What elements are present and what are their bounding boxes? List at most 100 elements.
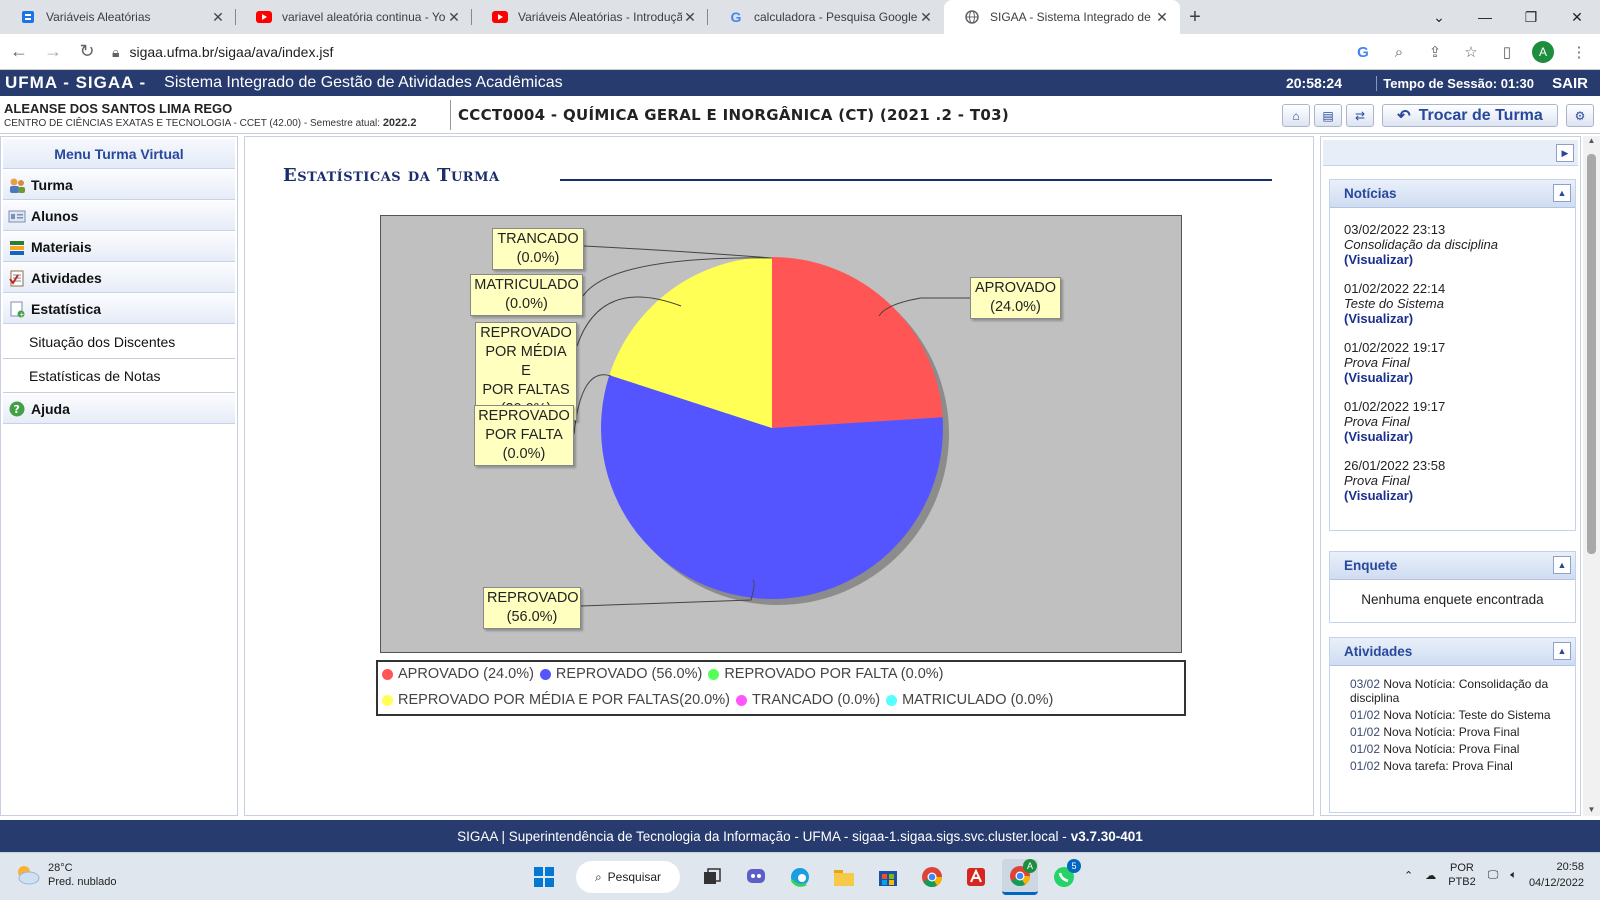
right-panel: ▶ Notícias ▲ 03/02/2022 23:13 Consolidação… [1320, 136, 1581, 816]
side-panel-icon[interactable]: ▯ [1496, 43, 1518, 61]
sidebar-item-alunos[interactable]: Alunos [3, 201, 235, 231]
chrome-profile-icon[interactable]: A [1002, 859, 1038, 895]
speaker-icon[interactable]: 🔈︎ [1510, 869, 1517, 882]
print-button[interactable]: ▤ [1314, 104, 1342, 127]
checklist-icon [7, 269, 27, 287]
change-class-button[interactable]: ↶ Trocar de Turma [1382, 104, 1558, 127]
browser-menu-icon[interactable]: ⋮ [1568, 43, 1590, 61]
legend-dot-icon [708, 668, 720, 680]
browser-tab[interactable]: Variáveis Aleatórias - Introdução ✕ [472, 0, 708, 34]
network-cloud-icon[interactable]: ☁ [1425, 869, 1436, 882]
news-view-link[interactable]: (Visualizar) [1344, 370, 1575, 385]
news-panel-header: Notícias ▲ [1330, 180, 1575, 208]
close-tab-icon[interactable]: ✕ [918, 9, 934, 26]
activity-item[interactable]: 01/02 Nova Notícia: Prova Final [1330, 725, 1575, 739]
activity-item[interactable]: 01/02 Nova tarefa: Prova Final [1330, 759, 1575, 773]
monitor-icon[interactable]: 🖵︎ [1488, 869, 1499, 882]
forward-icon[interactable]: → [38, 37, 68, 67]
weather-widget[interactable]: 28°C Pred. nublado [14, 861, 117, 889]
new-tab-button[interactable]: + [1180, 0, 1210, 34]
browser-tab[interactable]: variavel aleatória continua - YouT ✕ [236, 0, 472, 34]
activity-item[interactable]: 03/02 Nova Notícia: Consolidação da disc… [1330, 677, 1575, 705]
keyboard-language[interactable]: POR PTB2 [1448, 861, 1476, 889]
search-icon: ⌕ [594, 869, 602, 884]
acrobat-icon[interactable] [958, 859, 994, 895]
sidebar-item-ajuda[interactable]: ? Ajuda [3, 394, 235, 424]
legend-dot-icon [735, 694, 747, 706]
minimize-icon[interactable]: — [1462, 0, 1508, 34]
scroll-down-icon[interactable]: ▼ [1583, 805, 1600, 814]
system-clock[interactable]: 20:58 04/12/2022 [1529, 859, 1584, 891]
brand-title: UFMA - SIGAA - [5, 73, 147, 92]
url-field[interactable]: 🔒︎ sigaa.ufma.br/sigaa/ava/index.jsf [112, 38, 1322, 66]
browser-tab-active[interactable]: SIGAA - Sistema Integrado de Ge ✕ [944, 0, 1180, 34]
submenu-situacao-discentes[interactable]: Situação dos Discentes [3, 325, 235, 359]
expand-arrow-icon[interactable]: ▶ [1556, 144, 1574, 162]
news-view-link[interactable]: (Visualizar) [1344, 429, 1575, 444]
browser-tab[interactable]: Variáveis Aleatórias ✕ [0, 0, 236, 34]
task-view-icon[interactable] [694, 859, 730, 895]
activity-item[interactable]: 01/02 Nova Notícia: Teste do Sistema [1330, 708, 1575, 722]
edge-icon[interactable] [782, 859, 818, 895]
close-tab-icon[interactable]: ✕ [210, 9, 226, 26]
google-lens-icon[interactable]: G [1352, 44, 1374, 61]
user-info-bar: ALEANSE DOS SANTOS LIMA REGO CENTRO DE C… [0, 96, 1600, 134]
reload-icon[interactable]: ↻ [72, 37, 102, 67]
user-center: CENTRO DE CIÊNCIAS EXATAS E TECNOLOGIA -… [4, 117, 417, 129]
close-tab-icon[interactable]: ✕ [682, 9, 698, 26]
submenu-estatisticas-notas[interactable]: Estatísticas de Notas [3, 359, 235, 393]
zoom-icon[interactable]: ⌕ [1388, 44, 1410, 61]
weather-desc: Pred. nublado [48, 876, 117, 888]
sidebar-item-estatistica[interactable]: + Estatística [3, 294, 235, 324]
chrome-icon[interactable] [914, 859, 950, 895]
close-tab-icon[interactable]: ✕ [446, 9, 462, 26]
right-panel-toolbar: ▶ [1323, 140, 1578, 166]
close-window-icon[interactable]: ✕ [1554, 0, 1600, 34]
news-view-link[interactable]: (Visualizar) [1344, 252, 1575, 267]
news-item: 01/02/2022 19:17 Prova Final (Visualizar) [1330, 340, 1575, 385]
tab-search-icon[interactable]: ⌄ [1416, 0, 1462, 34]
back-icon[interactable]: ← [4, 37, 34, 67]
microsoft-store-icon[interactable] [870, 859, 906, 895]
legend-dot-icon [886, 694, 898, 706]
browser-tab[interactable]: G calculadora - Pesquisa Google ✕ [708, 0, 944, 34]
settings-button[interactable]: ⚙ [1566, 104, 1594, 127]
collapse-icon[interactable]: ▲ [1553, 556, 1571, 574]
activity-item[interactable]: 01/02 Nova Notícia: Prova Final [1330, 742, 1575, 756]
teams-chat-icon[interactable] [738, 859, 774, 895]
share-icon[interactable]: ⇪ [1424, 43, 1446, 61]
windows-start-icon[interactable] [526, 859, 562, 895]
profile-avatar[interactable]: A [1532, 41, 1554, 63]
scrollbar-thumb[interactable] [1587, 154, 1596, 554]
pie-slice-aprovado [772, 257, 943, 428]
sidebar-item-turma[interactable]: Turma [3, 170, 235, 200]
bookmark-star-icon[interactable]: ☆ [1460, 43, 1482, 61]
home-button[interactable]: ⌂ [1282, 104, 1310, 127]
whatsapp-icon[interactable]: 5 [1046, 859, 1082, 895]
sidebar-item-label: Alunos [31, 207, 79, 224]
swap-button[interactable]: ⇄ [1346, 104, 1374, 127]
news-view-link[interactable]: (Visualizar) [1344, 311, 1575, 326]
pie-chart: TRANCADO (0.0%) MATRICULADO (0.0%) REPROVA… [380, 215, 1182, 653]
logout-link[interactable]: SAIR [1552, 75, 1588, 92]
page-scrollbar[interactable]: ▲ ▼ [1583, 136, 1600, 816]
legend-dot-icon [382, 668, 393, 680]
collapse-icon[interactable]: ▲ [1553, 184, 1571, 202]
browser-tab-title: Variáveis Aleatórias [46, 10, 151, 24]
sidebar-menu: Menu Turma Virtual Turma Alunos Materiai… [0, 136, 238, 816]
lock-icon[interactable]: 🔒︎ [112, 44, 119, 61]
collapse-icon[interactable]: ▲ [1553, 642, 1571, 660]
sidebar-item-label: Materiais [31, 238, 92, 255]
close-tab-icon[interactable]: ✕ [1154, 9, 1170, 26]
taskbar-search[interactable]: ⌕ Pesquisar [576, 861, 680, 893]
scroll-up-icon[interactable]: ▲ [1583, 136, 1600, 145]
poll-panel-header: Enquete ▲ [1330, 552, 1575, 580]
callout-aprovado: APROVADO (24.0%) [970, 277, 1061, 319]
file-explorer-icon[interactable] [826, 859, 862, 895]
sidebar-item-materiais[interactable]: Materiais [3, 232, 235, 262]
restore-icon[interactable]: ❐ [1508, 0, 1554, 34]
news-view-link[interactable]: (Visualizar) [1344, 488, 1575, 503]
tray-chevron-icon[interactable]: ⌃ [1404, 869, 1413, 882]
sidebar-item-atividades[interactable]: Atividades [3, 263, 235, 293]
chart-legend: APROVADO (24.0%) REPROVADO (56.0%) REPRO… [376, 660, 1186, 716]
